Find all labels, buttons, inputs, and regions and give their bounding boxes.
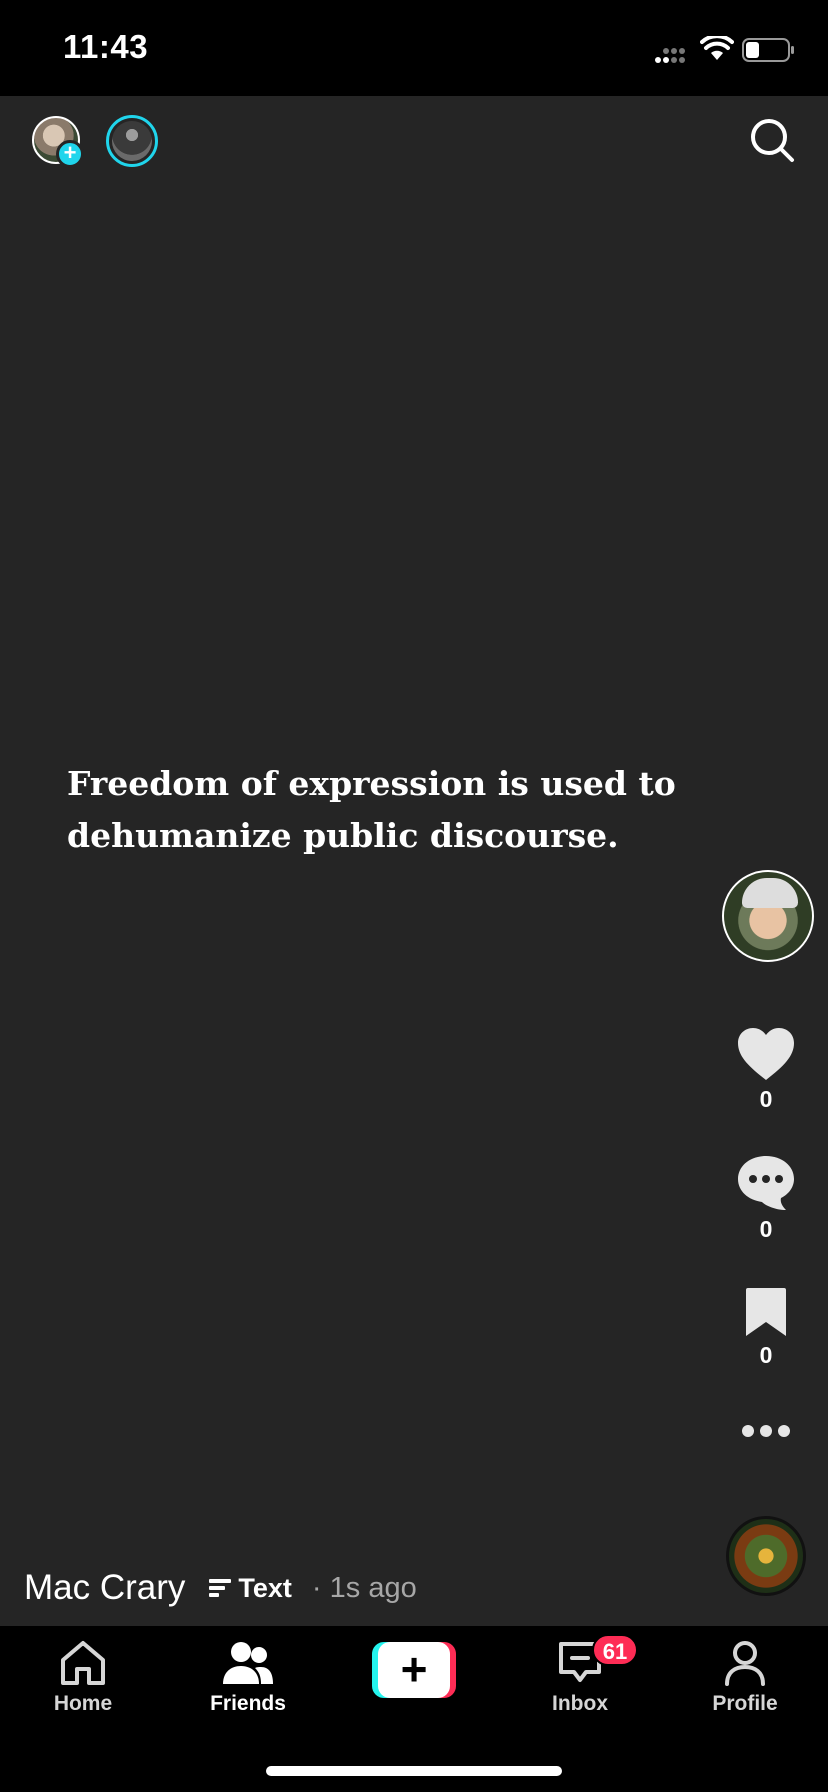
plus-icon: +	[378, 1642, 450, 1698]
status-bar: 11:43	[0, 0, 828, 96]
tab-inbox-label: Inbox	[552, 1692, 608, 1715]
more-options-button[interactable]	[716, 1424, 816, 1438]
post-text: Freedom of expression is used to dehuman…	[67, 764, 676, 855]
tab-bar: Home Friends + 61 Inbox Profile	[0, 1626, 828, 1792]
sound-disc[interactable]	[726, 1516, 806, 1596]
comment-button[interactable]: 0	[716, 1154, 816, 1243]
creator-avatar[interactable]	[722, 870, 814, 962]
tab-friends-label: Friends	[210, 1692, 286, 1715]
create-button[interactable]: +	[372, 1642, 456, 1698]
add-story-plus-icon[interactable]: +	[56, 140, 84, 168]
search-icon[interactable]	[748, 116, 796, 164]
bookmark-count: 0	[759, 1342, 773, 1368]
post-meta: Mac Crary Text · 1s ago	[24, 1566, 417, 1610]
battery-icon	[742, 38, 794, 62]
comment-icon	[738, 1156, 794, 1210]
bookmark-button[interactable]: 0	[716, 1286, 816, 1369]
text-post-icon	[209, 1579, 232, 1597]
tab-home[interactable]: Home	[13, 1640, 153, 1716]
profile-icon	[725, 1641, 765, 1686]
like-button[interactable]: 0	[716, 1026, 816, 1113]
status-time: 11:43	[63, 28, 149, 65]
cellular-signal-icon	[655, 48, 685, 63]
home-indicator	[266, 1766, 562, 1776]
post-time: · 1s ago	[311, 1571, 417, 1604]
heart-icon	[738, 1028, 794, 1080]
more-horizontal-icon	[742, 1425, 790, 1437]
wifi-icon	[700, 36, 734, 60]
tab-profile[interactable]: Profile	[675, 1640, 815, 1716]
inbox-badge: 61	[592, 1634, 638, 1666]
post-type-label: Text	[238, 1572, 292, 1603]
friend-story-image	[112, 121, 152, 161]
friend-story-avatar[interactable]	[106, 115, 158, 167]
friends-icon	[223, 1642, 273, 1684]
comment-count: 0	[759, 1216, 773, 1242]
home-icon	[61, 1641, 105, 1685]
tab-friends[interactable]: Friends	[178, 1640, 318, 1716]
bookmark-icon	[746, 1288, 786, 1336]
like-count: 0	[759, 1086, 773, 1112]
tab-home-label: Home	[53, 1692, 113, 1715]
author-name[interactable]: Mac Crary	[24, 1568, 185, 1608]
feed[interactable]: + Freedom of expression is used to dehum…	[0, 96, 828, 1626]
creator-avatar-cap	[742, 878, 798, 908]
tab-inbox[interactable]: 61 Inbox	[510, 1634, 650, 1716]
tab-profile-label: Profile	[712, 1692, 778, 1715]
